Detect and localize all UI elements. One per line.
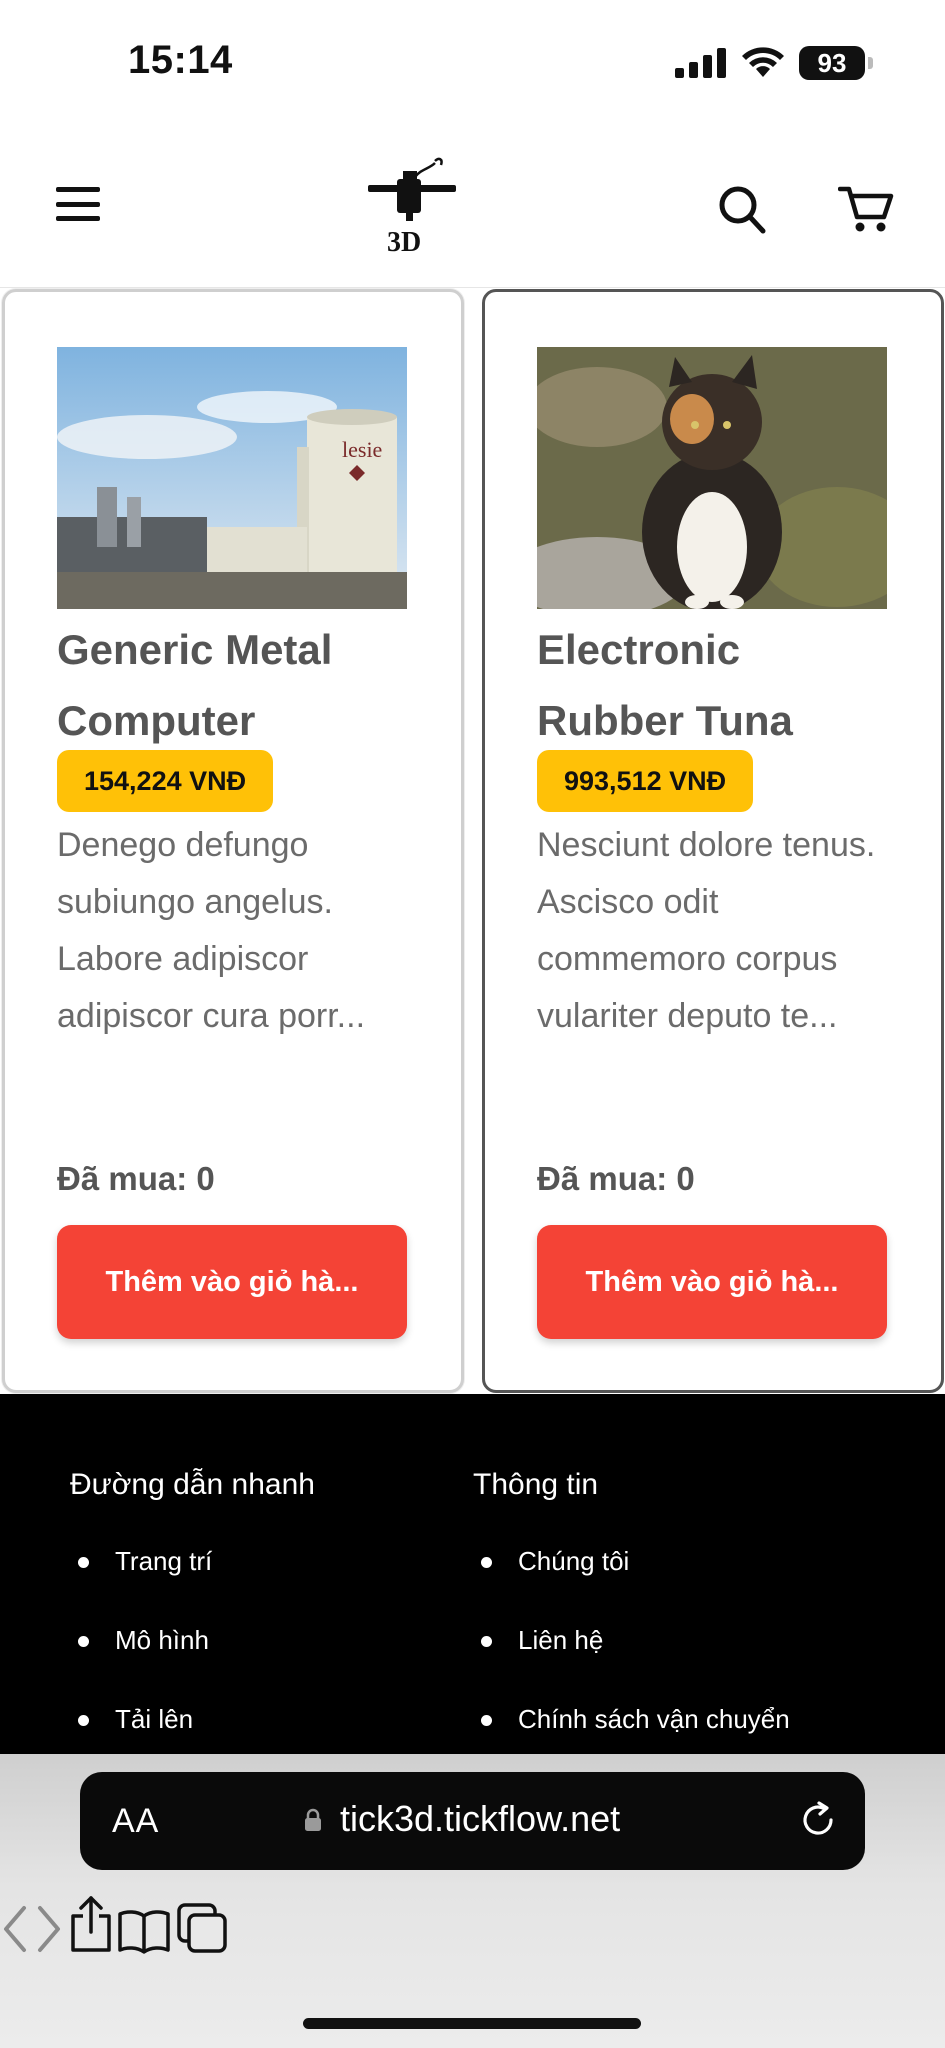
home-indicator[interactable] [303, 2018, 641, 2029]
product-description: Nesciunt dolore tenus. Ascisco odit comm… [537, 826, 876, 1035]
product-title[interactable]: Generic Metal Computer [57, 614, 417, 756]
site-footer: Đường dẫn nhanh Trang trí Mô hình Tải lê… [0, 1394, 945, 1754]
footer-link-contact[interactable]: Liên hệ [473, 1625, 790, 1704]
address-bar[interactable]: AA tick3d.tickflow.net [80, 1772, 865, 1870]
footer-link-about[interactable]: Chúng tôi [473, 1546, 790, 1625]
footer-link-models[interactable]: Mô hình [70, 1625, 315, 1704]
battery-icon: 93 [799, 46, 873, 80]
tabs-icon[interactable] [176, 1902, 228, 1954]
footer-quick-links: Đường dẫn nhanh Trang trí Mô hình Tải lê… [70, 1468, 315, 1754]
status-time: 15:14 [128, 38, 233, 82]
hamburger-menu-icon[interactable] [56, 187, 100, 221]
svg-text:lesie: lesie [342, 437, 382, 462]
footer-heading: Đường dẫn nhanh [70, 1468, 315, 1501]
footer-link-upload[interactable]: Tải lên [70, 1704, 315, 1754]
product-card[interactable]: lesie Generic Metal Computer 154,224 VNĐ… [2, 289, 464, 1393]
lock-icon [305, 1808, 321, 1831]
search-icon[interactable] [718, 183, 766, 235]
browser-toolbar: AA tick3d.tickflow.net [0, 1754, 945, 2048]
purchase-count: Đã mua: 0 [537, 1160, 695, 1197]
logo-text: 3D [387, 227, 421, 255]
status-bar: 15:14 93 [0, 0, 945, 125]
url-text[interactable]: tick3d.tickflow.net [340, 1798, 620, 1840]
product-image-factory[interactable]: lesie [57, 347, 407, 609]
status-icons: 93 [675, 46, 873, 80]
forward-icon[interactable] [34, 1904, 64, 1954]
purchase-count: Đã mua: 0 [57, 1160, 215, 1197]
logo-printer-icon[interactable]: 3D [365, 155, 460, 255]
bookmarks-icon[interactable] [117, 1908, 171, 1954]
add-to-cart-button[interactable]: Thêm vào giỏ hà... [57, 1225, 407, 1339]
footer-link-shipping[interactable]: Chính sách vận chuyển [473, 1704, 790, 1754]
product-title[interactable]: Electronic Rubber Tuna [537, 614, 897, 756]
share-icon[interactable] [69, 1894, 113, 1954]
price-badge: 993,512 VNĐ [537, 750, 754, 812]
cellular-signal-icon [675, 48, 726, 78]
product-card[interactable]: Electronic Rubber Tuna 993,512 VNĐ Nesci… [482, 289, 944, 1393]
footer-heading: Thông tin [473, 1468, 599, 1501]
footer-info: Thông tin Chúng tôi Liên hệ Chính sách v… [473, 1468, 790, 1754]
site-header: 3D [0, 125, 945, 288]
wifi-icon [742, 47, 784, 77]
text-size-button[interactable]: AA [112, 1802, 159, 1841]
product-image-cat[interactable] [537, 347, 887, 609]
reload-icon[interactable] [798, 1800, 838, 1840]
cart-icon[interactable] [838, 183, 894, 235]
price-badge: 154,224 VNĐ [57, 750, 274, 812]
add-to-cart-button[interactable]: Thêm vào giỏ hà... [537, 1225, 887, 1339]
footer-link-decor[interactable]: Trang trí [70, 1546, 315, 1625]
back-icon[interactable] [0, 1904, 30, 1954]
browser-nav-row [0, 1894, 945, 1964]
product-description: Denego defungo subiungo angelus. Labore … [57, 826, 366, 1035]
